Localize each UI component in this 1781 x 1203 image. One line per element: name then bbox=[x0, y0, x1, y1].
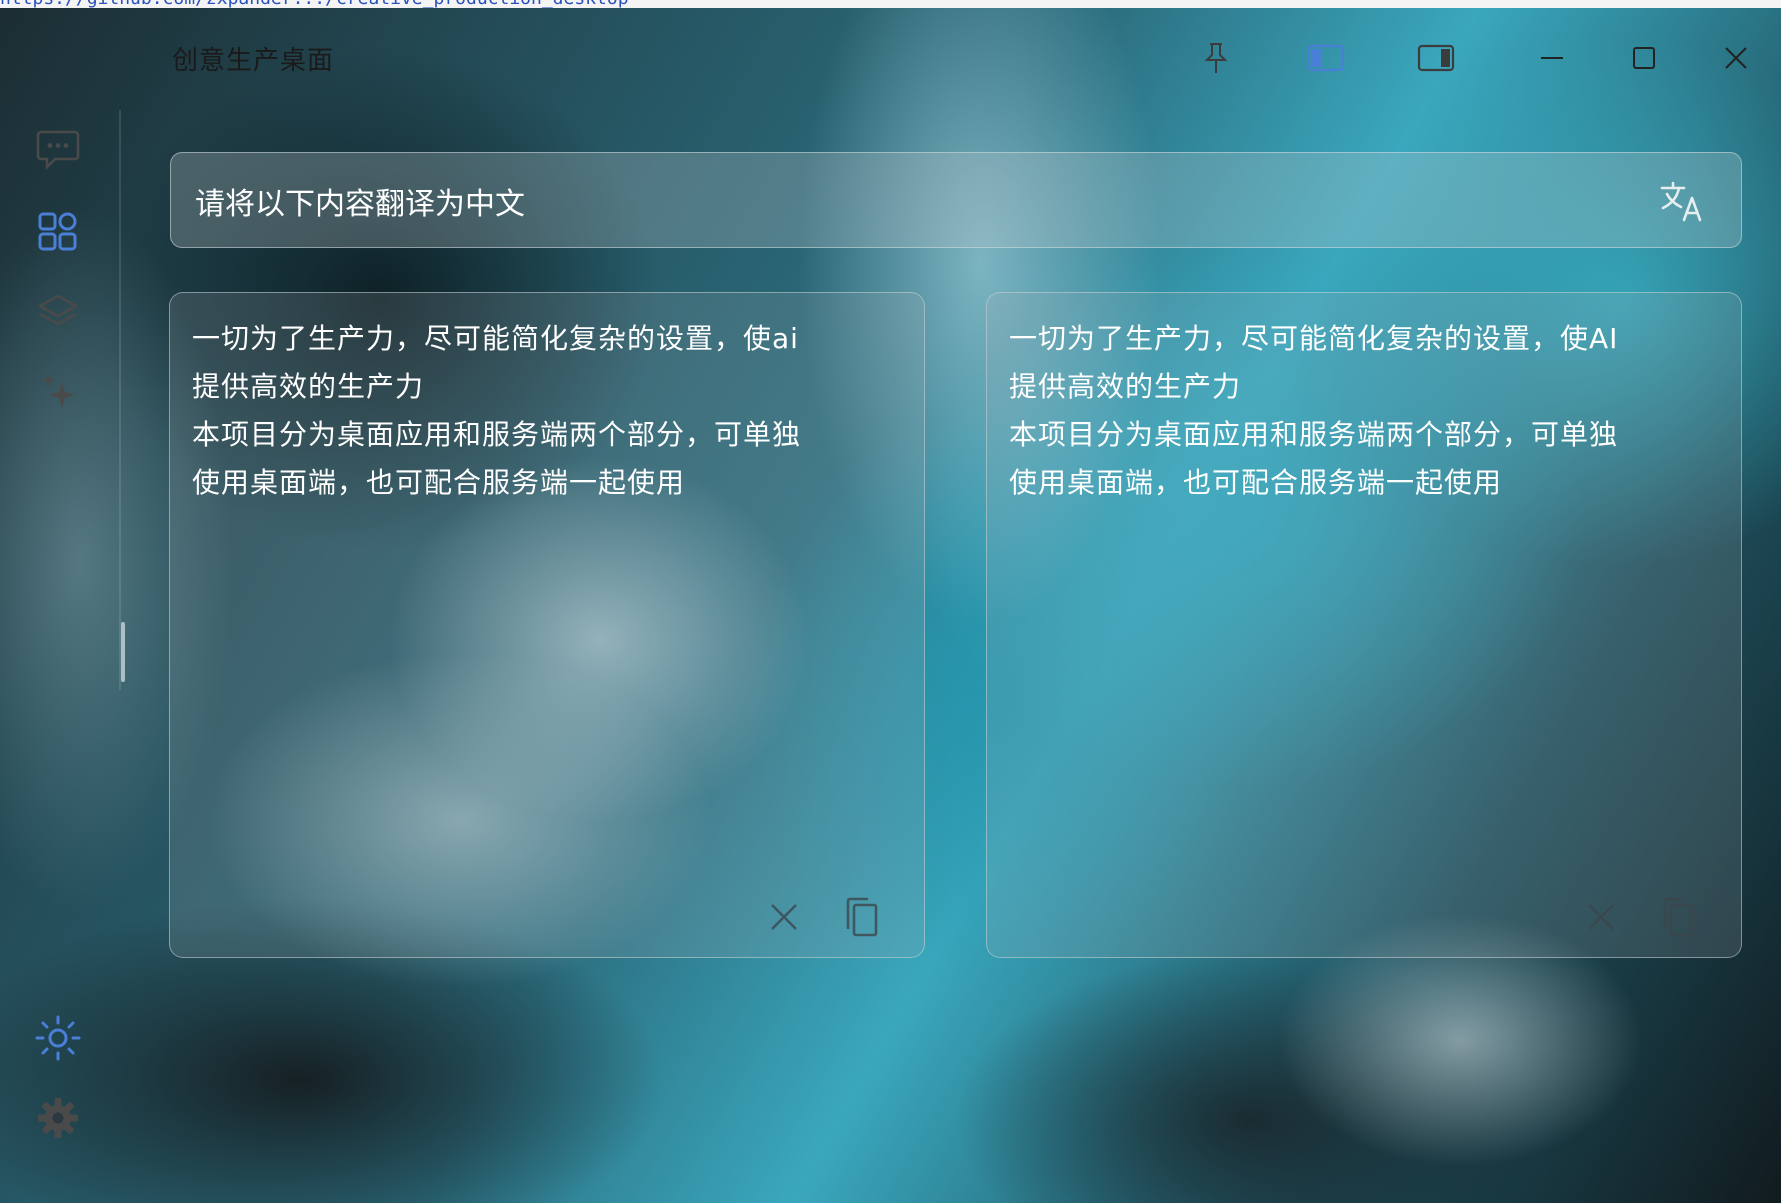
sidebar-item-layers[interactable] bbox=[30, 284, 86, 340]
sidebar-item-sparkle[interactable] bbox=[30, 364, 86, 420]
sidebar-item-theme[interactable] bbox=[30, 1010, 86, 1066]
app-title: 创意生产桌面 bbox=[172, 46, 335, 76]
sidebar-item-settings[interactable] bbox=[30, 1090, 86, 1146]
source-copy-button[interactable] bbox=[838, 893, 886, 941]
pin-button[interactable] bbox=[1194, 38, 1238, 78]
source-text-panel[interactable]: 一切为了生产力，尽可能简化复杂的设置，使ai 提供高效的生产力 本项目分为桌面应… bbox=[169, 292, 925, 958]
translate-button[interactable] bbox=[1659, 179, 1707, 225]
sidebar-scrollbar[interactable] bbox=[121, 622, 125, 682]
prompt-box bbox=[170, 152, 1742, 248]
sidebar-divider bbox=[119, 110, 121, 690]
result-copy-button[interactable] bbox=[1655, 893, 1703, 941]
chat-bubble-icon bbox=[36, 130, 80, 171]
result-clear-button[interactable] bbox=[1577, 893, 1625, 941]
sidebar-right-icon bbox=[1417, 44, 1455, 72]
source-clear-button[interactable] bbox=[760, 893, 808, 941]
gear-icon bbox=[38, 1098, 78, 1138]
sidebar-left-icon bbox=[1307, 44, 1345, 72]
browser-url-strip: https://github.com/zxpander.../creative_… bbox=[0, 0, 1781, 8]
sidebar-item-apps[interactable] bbox=[30, 204, 86, 260]
clear-x-icon bbox=[771, 904, 797, 930]
close-icon bbox=[1725, 47, 1747, 69]
prompt-input[interactable] bbox=[193, 177, 1597, 225]
result-text-panel[interactable]: 一切为了生产力，尽可能简化复杂的设置，使AI 提供高效的生产力 本项目分为桌面应… bbox=[986, 292, 1742, 958]
source-text[interactable]: 一切为了生产力，尽可能简化复杂的设置，使ai 提供高效的生产力 本项目分为桌面应… bbox=[192, 315, 892, 507]
copy-icon bbox=[1663, 897, 1695, 937]
apps-grid-icon bbox=[38, 212, 77, 251]
translate-icon bbox=[1660, 181, 1702, 222]
minimize-icon bbox=[1541, 57, 1563, 59]
pin-icon bbox=[1204, 43, 1228, 73]
sidebar-right-layout-button[interactable] bbox=[1414, 38, 1458, 78]
sidebar-left-layout-button[interactable] bbox=[1304, 38, 1348, 78]
minimize-button[interactable] bbox=[1530, 38, 1574, 78]
sparkle-icon bbox=[42, 374, 75, 408]
maximize-button[interactable] bbox=[1622, 38, 1666, 78]
maximize-icon bbox=[1633, 47, 1655, 69]
copy-icon bbox=[846, 897, 878, 937]
sun-icon bbox=[35, 1015, 81, 1061]
sidebar-item-chat[interactable] bbox=[30, 122, 86, 178]
clear-x-icon bbox=[1588, 904, 1614, 930]
browser-url-text: https://github.com/zxpander.../creative_… bbox=[0, 0, 629, 8]
close-button[interactable] bbox=[1714, 38, 1758, 78]
layers-icon bbox=[38, 294, 78, 326]
result-text[interactable]: 一切为了生产力，尽可能简化复杂的设置，使AI 提供高效的生产力 本项目分为桌面应… bbox=[1009, 315, 1709, 507]
